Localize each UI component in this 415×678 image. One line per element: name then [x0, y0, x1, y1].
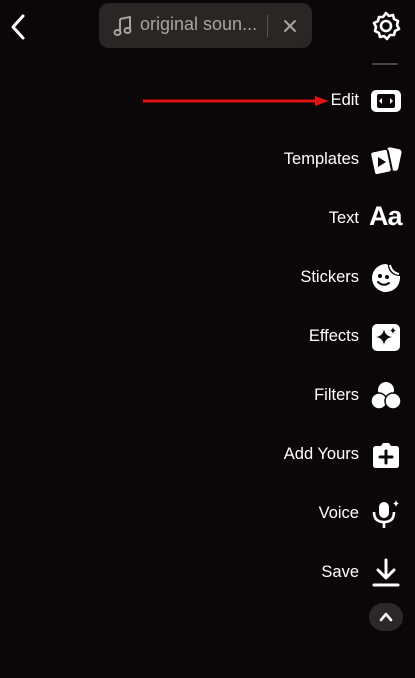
edit-icon: [371, 90, 401, 112]
music-note-icon: [113, 15, 132, 36]
tool-voice-label: Voice: [318, 504, 359, 522]
close-icon[interactable]: [279, 15, 301, 37]
gear-icon[interactable]: [370, 10, 402, 42]
divider: [267, 15, 268, 37]
tool-voice[interactable]: Voice: [0, 494, 415, 534]
tool-edit[interactable]: Edit: [0, 81, 415, 121]
tool-text-label: Text: [328, 209, 359, 227]
sound-title: original soun...: [140, 14, 258, 34]
tool-filters-label: Filters: [314, 386, 359, 404]
tool-text[interactable]: Text Aa: [0, 199, 415, 239]
effects-icon: [372, 324, 400, 351]
tool-effects[interactable]: Effects: [0, 317, 415, 357]
chevron-up-icon: [379, 612, 393, 622]
tool-add-yours-label: Add Yours: [283, 445, 359, 463]
filters-icon: [370, 382, 402, 410]
tool-filters[interactable]: Filters: [0, 376, 415, 416]
save-icon: [372, 558, 400, 587]
tool-templates[interactable]: Templates: [0, 140, 415, 180]
sound-pill[interactable]: original soun...: [99, 3, 312, 48]
tool-stickers-label: Stickers: [300, 268, 359, 286]
tool-edit-label: Edit: [330, 91, 359, 109]
stickers-icon: [372, 264, 400, 292]
tool-stickers[interactable]: Stickers: [0, 258, 415, 298]
voice-icon: [372, 500, 399, 528]
text-icon: Aa: [369, 201, 403, 231]
tool-save-label: Save: [321, 563, 359, 581]
tool-effects-label: Effects: [308, 327, 359, 345]
tool-templates-label: Templates: [283, 150, 359, 168]
templates-icon: [369, 147, 402, 176]
tool-save[interactable]: Save: [0, 553, 415, 593]
back-arrow-icon[interactable]: [8, 12, 30, 42]
add-yours-icon: [373, 443, 399, 468]
collapse-button[interactable]: [369, 603, 403, 631]
tool-add-yours[interactable]: Add Yours: [0, 435, 415, 475]
gear-divider: [372, 63, 398, 65]
